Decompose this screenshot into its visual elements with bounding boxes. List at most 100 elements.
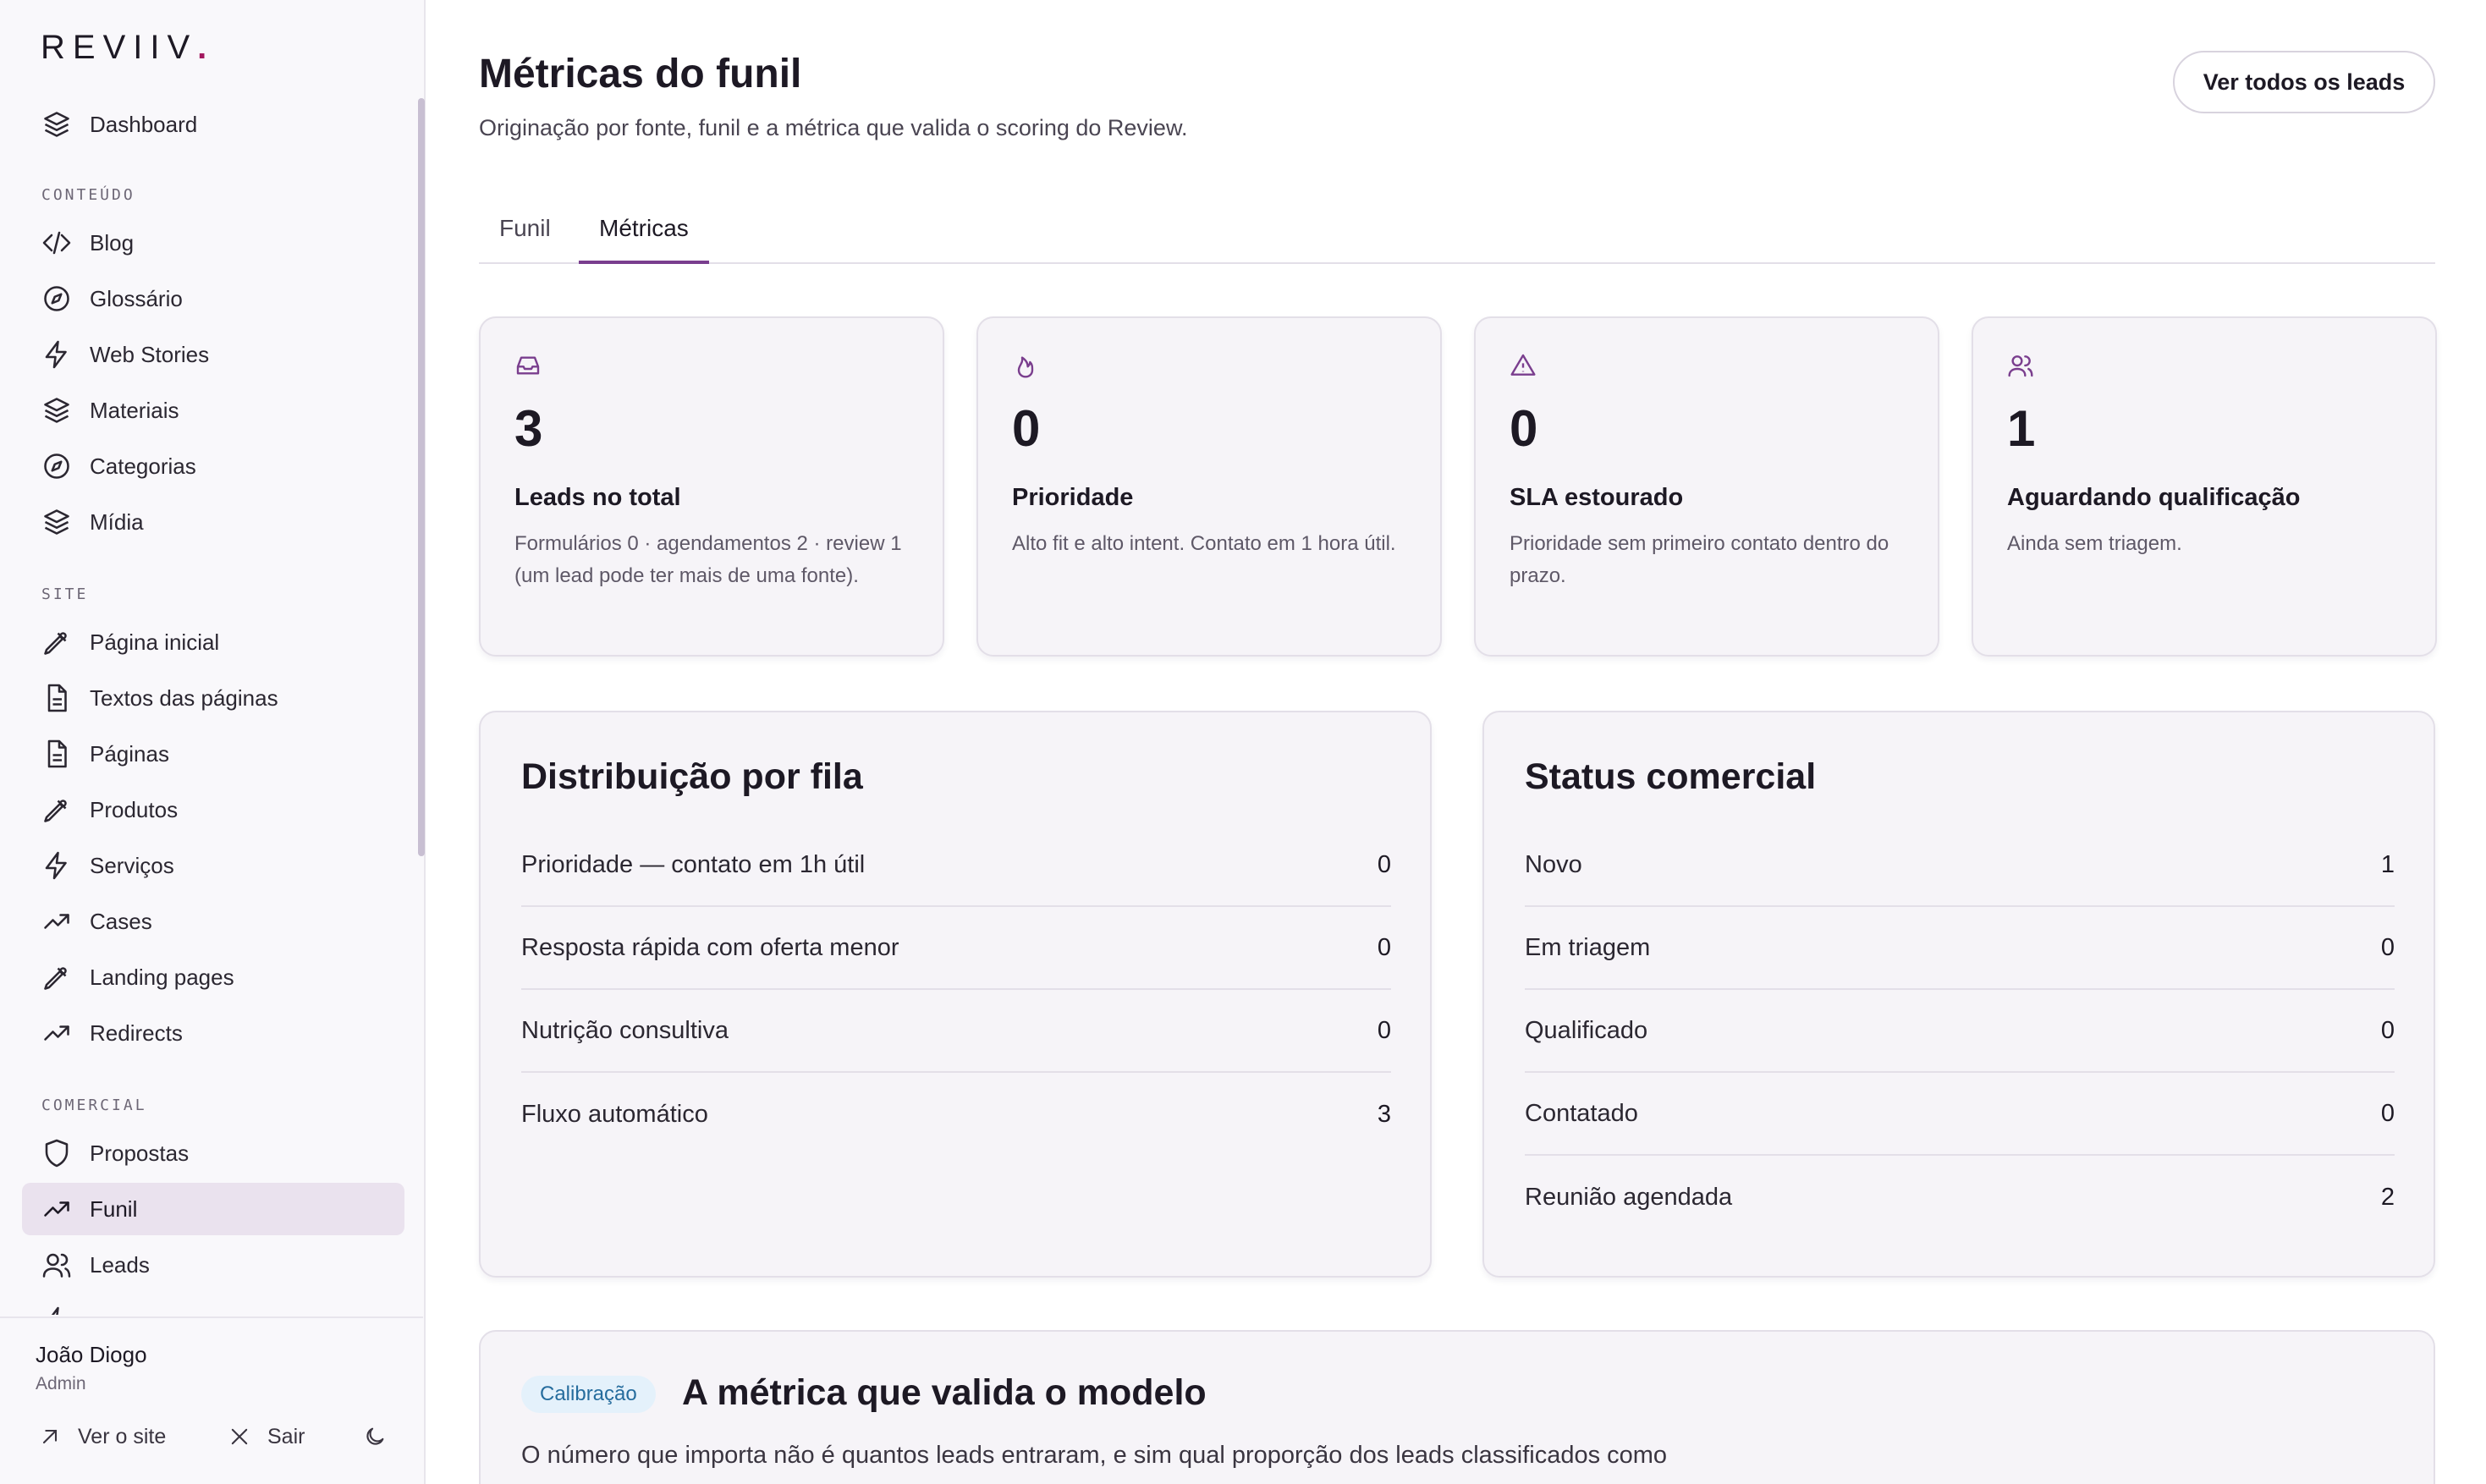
sidebar-item-pagina-inicial[interactable]: Página inicial	[22, 616, 404, 668]
sidebar-item-midia[interactable]: Mídia	[22, 496, 404, 548]
sidebar-nav[interactable]: Dashboard CONTEÚDO Blog Glossário Web St…	[0, 93, 423, 1315]
tag-icon	[41, 961, 73, 993]
row-value: 0	[2380, 1016, 2395, 1044]
sidebar-item-label: Landing pages	[90, 964, 234, 990]
stat-card-awaiting-qualification: 1 Aguardando qualificação Ainda sem tria…	[1972, 316, 2437, 657]
table-row: Reunião agendada 2	[1525, 1156, 2395, 1239]
flame-icon	[1012, 352, 1039, 379]
table-row: Fluxo automático 3	[521, 1073, 1391, 1156]
row-value: 2	[2380, 1183, 2395, 1211]
sidebar-item-clipped[interactable]	[22, 1294, 404, 1315]
table-row: Em triagem 0	[1525, 907, 2395, 990]
sidebar-item-blog[interactable]: Blog	[22, 217, 404, 269]
logout-label: Sair	[267, 1424, 305, 1448]
queue-distribution-panel: Distribuição por fila Prioridade — conta…	[479, 711, 1432, 1278]
table-row: Contatado 0	[1525, 1073, 2395, 1156]
brand-logo[interactable]: REVIIV.	[41, 29, 214, 67]
users-icon	[41, 1249, 73, 1281]
moon-icon	[362, 1424, 388, 1449]
sidebar-item-landing-pages[interactable]: Landing pages	[22, 951, 404, 1003]
tab-funil[interactable]: Funil	[479, 215, 571, 264]
sidebar-item-label: Propostas	[90, 1140, 190, 1166]
sidebar-item-redirects[interactable]: Redirects	[22, 1007, 404, 1059]
logout-button[interactable]: Sair	[227, 1420, 305, 1454]
stat-value: 0	[1012, 400, 1041, 457]
table-row: Prioridade — contato em 1h útil 0	[521, 824, 1391, 907]
sidebar-item-label: Funil	[90, 1195, 138, 1222]
stat-label: Aguardando qualificação	[2007, 484, 2301, 511]
sidebar: REVIIV. Dashboard CONTEÚDO Blog Glossári…	[0, 0, 426, 1484]
sidebar-item-label: Produtos	[90, 796, 179, 822]
sidebar-item-label: Página inicial	[90, 629, 220, 655]
panel-title: Distribuição por fila	[521, 756, 863, 797]
sidebar-item-label: Categorias	[90, 453, 196, 479]
row-label: Fluxo automático	[521, 1100, 708, 1128]
stat-label: Prioridade	[1012, 484, 1134, 511]
section-label-content: CONTEÚDO	[41, 186, 135, 204]
row-value: 0	[1377, 933, 1391, 961]
page-subtitle: Originação por fonte, funil e a métrica …	[479, 115, 1188, 140]
row-value: 3	[1377, 1100, 1391, 1128]
tag-icon	[41, 626, 73, 658]
sidebar-item-glossario[interactable]: Glossário	[22, 272, 404, 325]
view-all-leads-button[interactable]: Ver todos os leads	[2173, 51, 2435, 113]
shield-icon	[41, 1137, 73, 1169]
row-value: 1	[2380, 850, 2395, 878]
document-icon	[41, 738, 73, 770]
tab-bar: Funil Métricas	[479, 201, 2435, 264]
stat-description: Formulários 0 · agendamentos 2 · review …	[514, 532, 902, 587]
tab-metricas[interactable]: Métricas	[579, 215, 709, 264]
sidebar-item-leads[interactable]: Leads	[22, 1239, 404, 1291]
close-icon	[227, 1424, 252, 1449]
sidebar-item-label: Dashboard	[90, 111, 198, 137]
theme-toggle-button[interactable]	[362, 1420, 403, 1454]
row-value: 0	[2380, 933, 2395, 961]
trending-icon	[41, 905, 73, 937]
sidebar-item-textos-das-paginas[interactable]: Textos das páginas	[22, 672, 404, 724]
layers-icon	[41, 108, 73, 140]
sidebar-item-web-stories[interactable]: Web Stories	[22, 328, 404, 381]
table-row: Novo 1	[1525, 824, 2395, 907]
panel-title: Status comercial	[1525, 756, 1817, 797]
sidebar-item-categorias[interactable]: Categorias	[22, 440, 404, 492]
sidebar-item-funil[interactable]: Funil	[22, 1183, 404, 1235]
inbox-icon	[514, 352, 542, 379]
sidebar-item-label: Blog	[90, 229, 135, 256]
view-site-label: Ver o site	[78, 1424, 167, 1448]
row-label: Em triagem	[1525, 933, 1651, 961]
compass-icon	[41, 283, 73, 315]
stat-value: 0	[1510, 400, 1538, 457]
bolt-icon	[41, 1305, 73, 1315]
code-icon	[41, 227, 73, 259]
sidebar-item-dashboard[interactable]: Dashboard	[22, 98, 404, 151]
row-label: Qualificado	[1525, 1016, 1648, 1044]
stat-value: 1	[2007, 400, 2036, 457]
calibration-badge: Calibração	[521, 1376, 656, 1413]
stat-value: 3	[514, 400, 543, 457]
row-label: Contatado	[1525, 1099, 1638, 1127]
stat-card-priority: 0 Prioridade Alto fit e alto intent. Con…	[976, 316, 1442, 657]
sidebar-item-servicos[interactable]: Serviços	[22, 839, 404, 892]
alert-triangle-icon	[1510, 352, 1537, 379]
row-value: 0	[2380, 1099, 2395, 1127]
row-value: 0	[1377, 1016, 1391, 1044]
sidebar-item-label: Mídia	[90, 508, 144, 535]
stat-label: Leads no total	[514, 484, 681, 511]
view-site-link[interactable]: Ver o site	[37, 1420, 166, 1454]
sidebar-item-cases[interactable]: Cases	[22, 895, 404, 948]
bolt-icon	[41, 338, 73, 371]
sidebar-item-produtos[interactable]: Produtos	[22, 783, 404, 836]
calibration-title: A métrica que valida o modelo	[682, 1372, 1207, 1413]
sidebar-item-paginas[interactable]: Páginas	[22, 728, 404, 780]
page-title: Métricas do funil	[479, 52, 802, 96]
sidebar-scrollbar[interactable]	[418, 98, 425, 856]
sidebar-item-propostas[interactable]: Propostas	[22, 1127, 404, 1179]
sidebar-item-materiais[interactable]: Materiais	[22, 384, 404, 437]
sidebar-item-label: Leads	[90, 1251, 150, 1278]
stat-card-total-leads: 3 Leads no total Formulários 0 · agendam…	[479, 316, 944, 657]
sidebar-item-label: Materiais	[90, 397, 179, 423]
logo-text: REVIIV	[41, 29, 198, 66]
stat-description: Alto fit e alto intent. Contato em 1 hor…	[1012, 532, 1396, 555]
users-icon	[2007, 352, 2034, 379]
table-row: Nutrição consultiva 0	[521, 990, 1391, 1073]
